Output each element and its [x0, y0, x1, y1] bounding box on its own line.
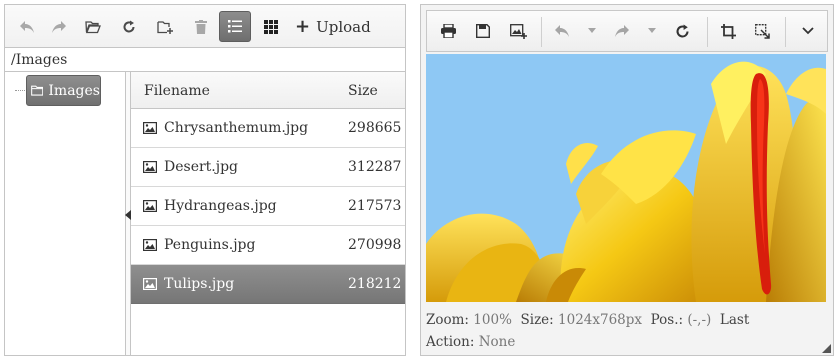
file-explorer: + Upload /Images Images Filename Size Ch…	[4, 4, 406, 356]
file-size: 218212	[348, 276, 402, 292]
file-name: Chrysanthemum.jpg	[164, 120, 309, 136]
column-header-filename[interactable]: Filename	[144, 83, 210, 99]
redo-button[interactable]	[607, 16, 637, 46]
image-editor: Zoom: 100% Size: 1024x768px Pos.: (-,-) …	[420, 4, 834, 356]
back-button[interactable]	[11, 11, 43, 42]
print-icon	[440, 24, 456, 38]
file-name: Hydrangeas.jpg	[164, 198, 277, 214]
size-value: 1024x768px	[558, 312, 643, 328]
tree-node-label: Images	[48, 82, 100, 99]
size-label: Size:	[520, 312, 554, 328]
last-label: Last	[719, 312, 750, 328]
image-file-icon	[143, 200, 157, 212]
zoom-label: Zoom:	[426, 312, 469, 328]
file-size: 298665	[348, 120, 402, 136]
forward-icon	[52, 20, 66, 33]
action-label: Action:	[426, 334, 475, 350]
file-name: Tulips.jpg	[164, 276, 235, 292]
undo-icon	[555, 25, 569, 37]
reset-icon	[676, 24, 688, 37]
open-folder-button[interactable]	[77, 11, 109, 42]
file-grid: Filename Size Chrysanthemum.jpg 298665 Des…	[131, 72, 405, 355]
toolbar-separator	[785, 17, 786, 47]
delete-icon	[195, 19, 207, 34]
redo-dropdown-icon[interactable]	[648, 28, 656, 33]
file-name: Penguins.jpg	[164, 237, 256, 253]
resize-icon	[754, 23, 770, 39]
more-options-button[interactable]	[793, 16, 823, 46]
grid-view-icon	[264, 19, 278, 34]
upload-label: Upload	[316, 17, 371, 36]
upload-button[interactable]: + Upload	[295, 11, 375, 42]
image-file-icon	[143, 239, 157, 251]
table-row[interactable]: Tulips.jpg 218212	[131, 265, 405, 304]
status-line-2: Action: None	[426, 331, 828, 353]
save-icon	[476, 24, 490, 38]
insert-image-icon	[509, 23, 527, 39]
forward-button[interactable]	[43, 11, 75, 42]
open-folder-icon	[85, 20, 101, 33]
plus-icon: +	[295, 15, 311, 37]
column-header-size[interactable]: Size	[348, 83, 378, 99]
undo-button[interactable]	[547, 16, 577, 46]
folder-icon	[31, 85, 44, 96]
explorer-toolbar: + Upload	[5, 5, 405, 48]
table-row[interactable]: Chrysanthemum.jpg 298665	[131, 109, 405, 148]
action-value: None	[478, 334, 516, 350]
insert-image-button[interactable]	[503, 16, 533, 46]
table-row[interactable]: Hydrangeas.jpg 217573	[131, 187, 405, 226]
table-row[interactable]: Penguins.jpg 270998	[131, 226, 405, 265]
back-icon	[20, 20, 34, 33]
image-file-icon	[143, 122, 157, 134]
pos-label: Pos.:	[650, 312, 684, 328]
breadcrumb: /Images	[5, 48, 405, 72]
grid-header: Filename Size	[131, 72, 405, 109]
zoom-value: 100%	[473, 312, 512, 328]
image-file-icon	[143, 278, 157, 290]
delete-button[interactable]	[185, 11, 217, 42]
toolbar-separator	[707, 17, 708, 47]
tree-node-images[interactable]: Images	[26, 75, 101, 106]
list-view-icon	[228, 20, 242, 33]
file-name: Desert.jpg	[164, 159, 239, 175]
table-row[interactable]: Desert.jpg 312287	[131, 148, 405, 187]
undo-dropdown-icon[interactable]	[588, 28, 596, 33]
chevron-down-icon	[802, 27, 814, 35]
grid-view-button[interactable]	[255, 11, 287, 42]
resize-button[interactable]	[747, 16, 777, 46]
file-size: 312287	[348, 159, 402, 175]
refresh-icon	[123, 20, 135, 32]
crop-button[interactable]	[713, 16, 743, 46]
redo-icon	[615, 25, 629, 37]
list-view-button[interactable]	[219, 11, 251, 42]
editor-toolbar	[426, 10, 828, 52]
resize-grip-icon[interactable]	[822, 344, 831, 353]
image-file-icon	[143, 161, 157, 173]
file-size: 270998	[348, 237, 402, 253]
status-line-1: Zoom: 100% Size: 1024x768px Pos.: (-,-) …	[426, 309, 828, 331]
file-size: 217573	[348, 198, 402, 214]
new-folder-button[interactable]	[149, 11, 181, 42]
pos-value: (-,-)	[687, 312, 712, 328]
crop-icon	[720, 23, 736, 39]
tulip-photo	[426, 54, 826, 302]
toolbar-separator	[541, 17, 542, 47]
refresh-button[interactable]	[113, 11, 145, 42]
image-canvas[interactable]	[426, 54, 826, 302]
save-button[interactable]	[468, 16, 498, 46]
status-bar: Zoom: 100% Size: 1024x768px Pos.: (-,-) …	[426, 309, 828, 353]
new-folder-icon	[156, 20, 173, 34]
folder-tree: Images	[5, 72, 125, 355]
print-button[interactable]	[433, 16, 463, 46]
reset-button[interactable]	[667, 16, 697, 46]
